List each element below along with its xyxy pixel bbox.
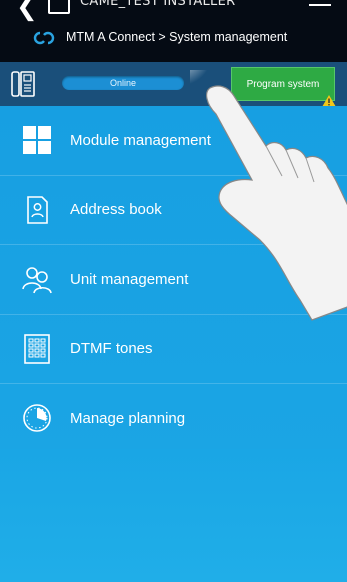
online-status-badge: Online [62, 76, 184, 90]
installer-title: CAME_TEST INSTALLER [80, 0, 236, 9]
menu-item-label: DTMF tones [70, 340, 153, 358]
modules-grid-icon [23, 126, 51, 155]
menu-item-label: Module management [70, 131, 211, 149]
menu-item-label: Unit management [70, 270, 189, 288]
empty-area [0, 449, 347, 582]
breadcrumb: MTM A Connect > System management [0, 24, 347, 52]
menu-item-unit-management[interactable]: Unit management [0, 245, 347, 315]
menu-item-dtmf-tones[interactable]: DTMF tones [0, 315, 347, 384]
users-icon [22, 267, 52, 294]
menu-item-address-book[interactable]: Address book [0, 176, 347, 245]
system-status-bar: Online Program system [0, 62, 347, 106]
keypad-icon [24, 333, 50, 364]
hamburger-menu-icon[interactable] [309, 0, 331, 12]
address-book-icon [27, 195, 48, 224]
menu-item-label: Address book [70, 201, 162, 219]
menu-item-label: Manage planning [70, 409, 186, 427]
intercom-icon [11, 71, 35, 97]
breadcrumb-text[interactable]: MTM A Connect > System management [66, 30, 287, 44]
app-header: ❮ CAME_TEST INSTALLER MTM A Connect > Sy… [0, 0, 347, 62]
came-connect-icon [33, 31, 55, 45]
back-arrow-icon[interactable]: ❮ [16, 0, 38, 22]
clock-planning-icon [23, 404, 51, 433]
system-management-menu: Module management Address book Unit mana… [0, 106, 347, 454]
program-system-button[interactable]: Program system [231, 67, 335, 101]
menu-item-manage-planning[interactable]: Manage planning [0, 384, 347, 454]
home-icon[interactable] [48, 0, 70, 14]
menu-item-module-management[interactable]: Module management [0, 106, 347, 176]
